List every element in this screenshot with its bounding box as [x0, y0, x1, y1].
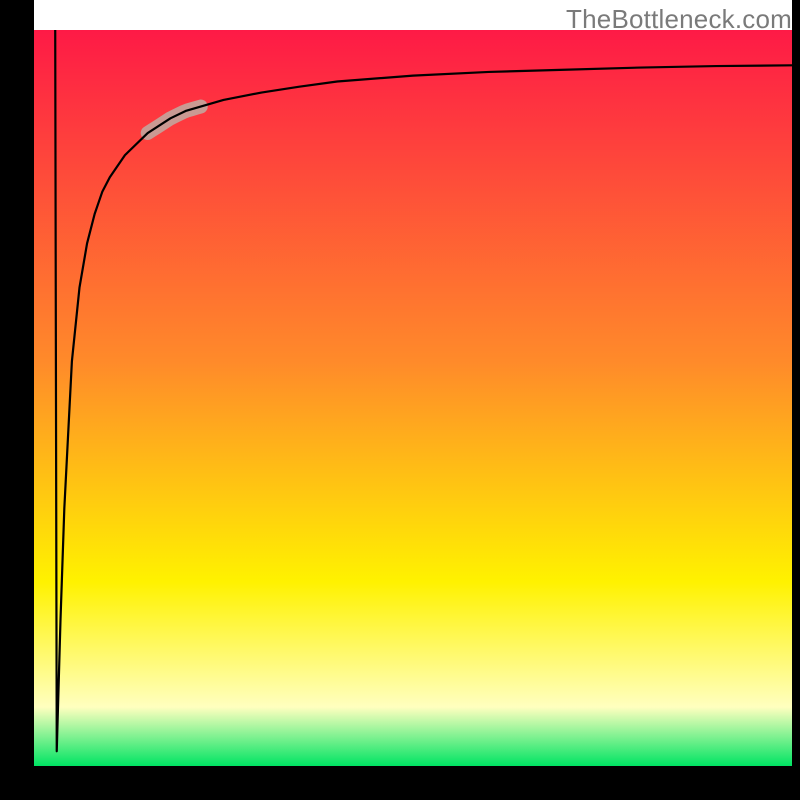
chart-container: TheBottleneck.com: [0, 0, 800, 800]
bottleneck-chart: [0, 0, 800, 800]
axis-left-border: [0, 0, 34, 800]
watermark-label: TheBottleneck.com: [566, 4, 792, 35]
plot-background: [34, 30, 792, 766]
axis-bottom-border: [0, 766, 800, 800]
axis-right-border: [792, 0, 800, 800]
